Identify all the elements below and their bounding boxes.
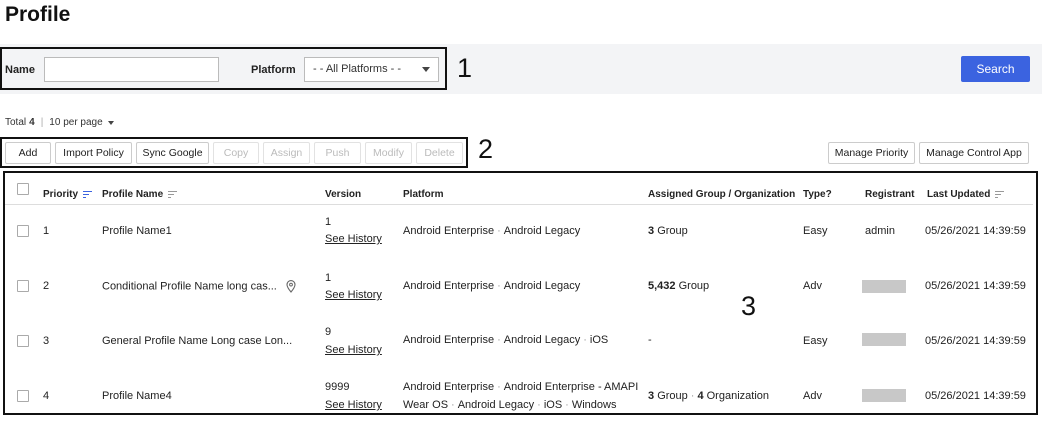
row-registrant-redacted [862,280,906,293]
annotation-number-1: 1 [457,53,473,83]
manage-priority-button[interactable]: Manage Priority [828,142,915,164]
column-header-version: Version [325,189,362,200]
row-registrant-redacted [862,333,906,346]
row-priority: 4 [43,390,50,402]
column-header-assigned: Assigned Group / Organization [648,189,796,200]
sort-lines-icon[interactable] [83,190,93,199]
row-type: Adv [803,280,822,292]
column-header-priority[interactable]: Priority [43,189,93,200]
divider: | [40,117,44,128]
column-header-platform: Platform [403,189,444,200]
see-history-link[interactable]: See History [325,233,382,245]
per-page-label: 10 per page [49,117,103,128]
row-assigned: 3 Group [648,225,688,237]
total-label: Total [5,117,27,128]
row-platform: Android Enterprise · Android Enterprise - … [403,381,639,393]
row-type: Adv [803,390,822,402]
annotation-number-2: 2 [478,134,494,164]
row-platform: Android Enterprise · Android Legacy [403,280,581,292]
row-version: 9 [325,326,332,338]
see-history-link[interactable]: See History [325,399,382,411]
row-assigned: 5,432 Group [648,280,710,292]
row-checkbox[interactable] [17,390,29,402]
column-header-registrant: Registrant [865,189,915,200]
row-platform-line2: Wear OS · Android Legacy · iOS · Windows [403,399,617,411]
annotation-box-1 [0,47,447,90]
row-profile-name[interactable]: General Profile Name Long case Lon... [102,335,292,347]
per-page-select[interactable]: 10 per page [49,117,114,128]
see-history-link[interactable]: See History [325,289,382,301]
column-header-last-updated[interactable]: Last Updated [927,189,1005,200]
row-version: 1 [325,272,332,284]
row-version: 9999 [325,381,350,393]
page-title: Profile [5,3,71,26]
row-profile-name[interactable]: Profile Name1 [102,225,172,237]
manage-control-app-button[interactable]: Manage Control App [919,142,1029,164]
select-all-checkbox[interactable] [17,183,29,195]
sort-lines-icon[interactable] [995,190,1005,199]
row-registrant-redacted [862,389,906,402]
row-checkbox[interactable] [17,225,29,237]
row-profile-name[interactable]: Profile Name4 [102,390,172,402]
row-assigned: 3 Group · 4 Organization [648,390,769,402]
sort-lines-icon[interactable] [168,190,178,199]
total-summary: Total 4 | 10 per page [5,117,114,128]
search-button[interactable]: Search [961,56,1030,82]
row-type: Easy [803,335,828,347]
annotation-box-2 [0,137,468,168]
row-registrant: admin [865,225,895,237]
annotation-box-3 [3,171,1038,415]
row-last-updated: 05/26/2021 14:39:59 [925,390,1026,402]
annotation-number-3: 3 [741,291,757,321]
row-platform: Android Enterprise · Android Legacy [403,225,581,237]
row-checkbox[interactable] [17,280,29,292]
row-last-updated: 05/26/2021 14:39:59 [925,280,1026,292]
row-platform: Android Enterprise · Android Legacy · iOS [403,334,609,346]
row-version: 1 [325,216,332,228]
row-priority: 3 [43,335,50,347]
row-priority: 2 [43,280,50,292]
row-profile-name[interactable]: Conditional Profile Name long cas... [102,280,296,293]
row-last-updated: 05/26/2021 14:39:59 [925,225,1026,237]
location-pin-icon [286,280,296,293]
see-history-link[interactable]: See History [325,344,382,356]
chevron-down-icon [107,120,114,125]
row-priority: 1 [43,225,50,237]
row-type: Easy [803,225,828,237]
total-count: 4 [29,117,35,128]
column-header-type: Type? [803,189,832,200]
row-checkbox[interactable] [17,335,29,347]
row-last-updated: 05/26/2021 14:39:59 [925,335,1026,347]
row-assigned: - [648,334,652,346]
header-divider [5,204,1033,205]
column-header-profile-name[interactable]: Profile Name [102,189,178,200]
